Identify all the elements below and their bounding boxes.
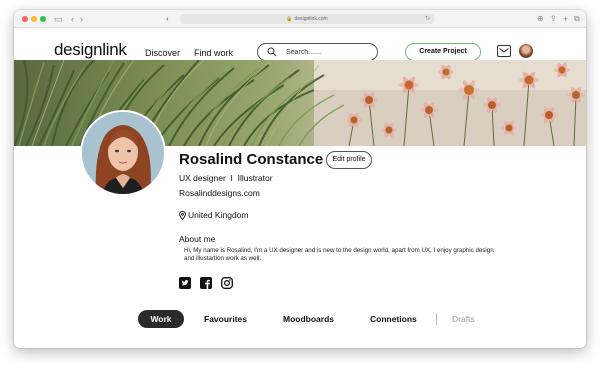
profile-website-link[interactable]: Rosalinddesigns.com	[179, 188, 260, 198]
location-pin-icon	[179, 210, 186, 221]
create-project-button[interactable]: Create Project	[405, 43, 481, 61]
profile-location: United Kingdom	[179, 210, 249, 221]
back-icon[interactable]: ‹	[71, 13, 74, 25]
about-text: Hi, My name is Rosalind, I'm a UX design…	[184, 247, 494, 263]
site-logo[interactable]: designlink	[54, 40, 127, 60]
search-icon	[267, 47, 277, 57]
search-box[interactable]	[257, 43, 378, 61]
tab-connections[interactable]: Connetions	[370, 310, 417, 328]
forward-icon[interactable]: ›	[80, 13, 83, 25]
url-text: designlink.com	[294, 16, 328, 22]
tab-divider	[436, 313, 437, 325]
instagram-icon[interactable]	[221, 277, 233, 289]
tab-favourites[interactable]: Favourites	[204, 310, 247, 328]
profile-tabs: Work Favourites Moodboards Connetions Dr…	[14, 308, 586, 332]
user-avatar[interactable]	[519, 44, 533, 58]
profile-photo[interactable]	[80, 110, 166, 196]
tab-overview-icon[interactable]: ⧉	[574, 13, 580, 25]
profile-photo-image	[82, 112, 164, 194]
nav-find-work[interactable]: Find work	[194, 48, 233, 58]
mail-icon[interactable]	[497, 45, 511, 57]
browser-toolbar: ▭ ‹ › ◐ 🔒 designlink.com ↻ ⊕ ⇪ + ⧉	[14, 10, 586, 28]
close-window-button[interactable]	[22, 16, 28, 22]
privacy-icon[interactable]: ◐	[166, 14, 170, 26]
edit-profile-button[interactable]: Edit profile	[326, 151, 372, 169]
profile-name: Rosalind Constance	[179, 151, 324, 168]
about-heading: About me	[179, 234, 216, 244]
sidebar-icon[interactable]: ▭	[54, 13, 63, 25]
tab-drafts[interactable]: Drafts	[452, 310, 475, 328]
search-input[interactable]	[286, 46, 371, 58]
facebook-icon[interactable]	[200, 277, 212, 289]
minimize-window-button[interactable]	[31, 16, 37, 22]
profile-role: UX designer I Illustrator	[179, 173, 273, 183]
twitter-icon[interactable]	[179, 277, 191, 289]
address-bar[interactable]: 🔒 designlink.com ↻	[180, 14, 434, 24]
nav-discover[interactable]: Discover	[145, 48, 180, 58]
new-tab-icon[interactable]: +	[563, 13, 568, 25]
tab-moodboards[interactable]: Moodboards	[283, 310, 334, 328]
browser-window: ▭ ‹ › ◐ 🔒 designlink.com ↻ ⊕ ⇪ + ⧉ design…	[14, 10, 586, 348]
maximize-window-button[interactable]	[40, 16, 46, 22]
lock-icon: 🔒	[286, 16, 293, 22]
download-icon[interactable]: ⊕	[537, 13, 544, 25]
tab-work[interactable]: Work	[138, 310, 184, 328]
reload-icon[interactable]: ↻	[425, 14, 430, 24]
share-icon[interactable]: ⇪	[550, 13, 557, 25]
location-text: United Kingdom	[188, 210, 249, 220]
